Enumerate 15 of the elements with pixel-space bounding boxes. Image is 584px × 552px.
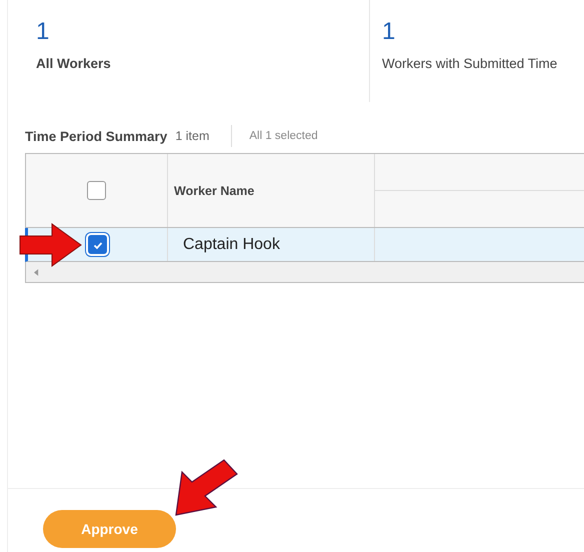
select-all-checkbox[interactable] <box>87 181 106 200</box>
item-count: 1 item <box>175 125 232 147</box>
metric-label: All Workers <box>36 56 112 71</box>
horizontal-scrollbar[interactable] <box>26 262 584 282</box>
arrow-overlay <box>173 458 239 518</box>
metric-label: Workers with Submitted Time <box>382 56 558 71</box>
arrow-overlay <box>19 222 83 268</box>
table-title: Time Period Summary <box>25 128 168 144</box>
selection-note: All 1 selected <box>249 130 318 142</box>
row-checkbox[interactable] <box>88 235 107 254</box>
metric-value: 1 <box>382 18 396 46</box>
column-header[interactable]: Worker Name <box>174 184 254 198</box>
scroll-left-icon[interactable] <box>34 268 39 276</box>
table-cell: Captain Hook <box>183 236 280 254</box>
metric-value: 1 <box>36 18 50 46</box>
